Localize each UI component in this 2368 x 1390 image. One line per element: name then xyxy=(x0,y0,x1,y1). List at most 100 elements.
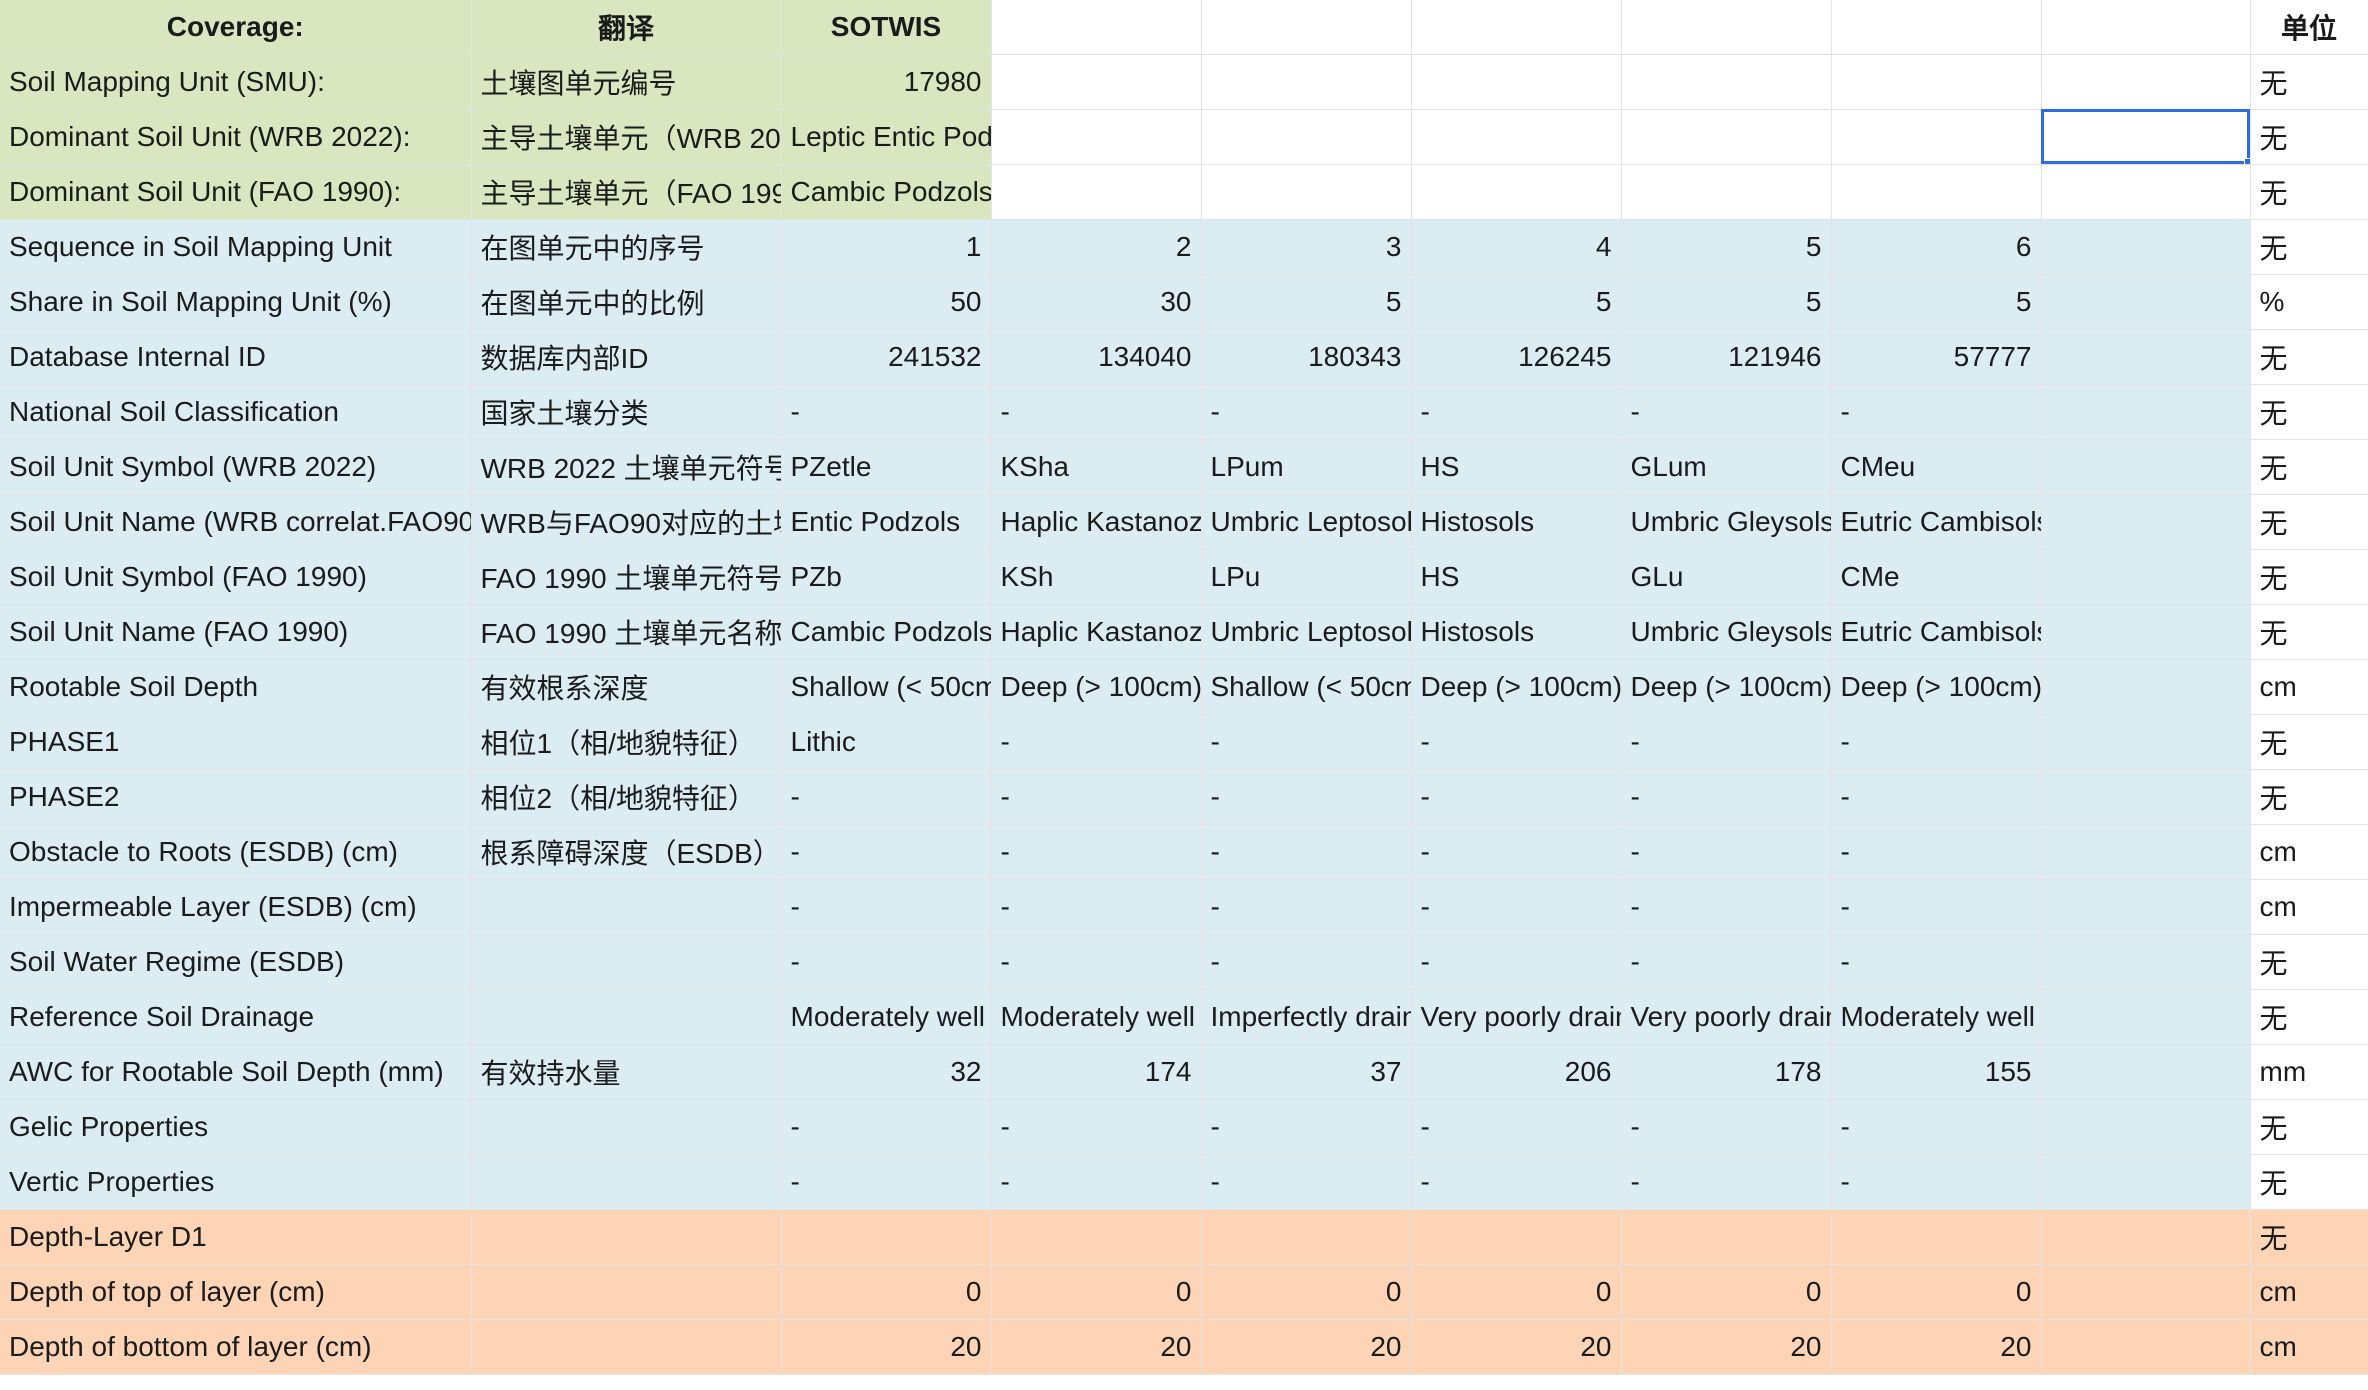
value-cell-4[interactable]: HS xyxy=(1411,439,1622,495)
empty-cell[interactable] xyxy=(2041,824,2251,880)
unit-cell[interactable]: 无 xyxy=(2250,219,2368,275)
coverage-header-cell[interactable]: Coverage: xyxy=(0,0,472,55)
unit-cell[interactable]: 无 xyxy=(2250,604,2368,660)
value-cell-5[interactable]: - xyxy=(1621,824,1832,880)
value-cell-2[interactable] xyxy=(991,164,1202,220)
value-cell-4[interactable]: - xyxy=(1411,1099,1622,1155)
value-cell-2[interactable] xyxy=(991,54,1202,110)
value-cell-3[interactable]: - xyxy=(1201,769,1412,825)
row-translation-cell[interactable]: 有效根系深度 xyxy=(471,659,782,715)
row-translation-cell[interactable]: 主导土壤单元（WRB 2022） xyxy=(471,109,782,165)
value-cell-5[interactable]: 20 xyxy=(1621,1319,1832,1375)
value-cell-3[interactable]: Imperfectly drained xyxy=(1201,989,1412,1045)
empty-cell[interactable] xyxy=(2041,934,2251,990)
empty-cell[interactable] xyxy=(2041,1209,2251,1265)
value-cell-6[interactable]: 20 xyxy=(1831,1319,2042,1375)
row-translation-cell[interactable] xyxy=(471,934,782,990)
value-cell-5[interactable] xyxy=(1621,109,1832,165)
value-cell-2[interactable]: - xyxy=(991,824,1202,880)
empty-cell[interactable] xyxy=(2041,164,2251,220)
value-cell-5[interactable]: - xyxy=(1621,934,1832,990)
value-cell-5[interactable] xyxy=(1621,164,1832,220)
value-cell-6[interactable]: - xyxy=(1831,384,2042,440)
value-cell-3[interactable]: - xyxy=(1201,1099,1412,1155)
value-cell-2[interactable]: - xyxy=(991,384,1202,440)
value-cell-5[interactable]: Umbric Gleysols xyxy=(1621,604,1832,660)
value-cell-1[interactable]: Cambic Podzols xyxy=(781,604,992,660)
value-cell-6[interactable]: 0 xyxy=(1831,1264,2042,1320)
value-cell-6[interactable]: Eutric Cambisols xyxy=(1831,494,2042,550)
empty-cell[interactable] xyxy=(2041,274,2251,330)
value-cell-4[interactable]: HS xyxy=(1411,549,1622,605)
unit-header-cell[interactable]: 单位 xyxy=(2250,0,2368,55)
value-cell-6[interactable]: - xyxy=(1831,824,2042,880)
value-cell-6[interactable]: Deep (> 100cm) xyxy=(1831,659,2042,715)
unit-cell[interactable]: cm xyxy=(2250,1319,2368,1375)
value-cell-6[interactable]: Eutric Cambisols xyxy=(1831,604,2042,660)
value-cell-5[interactable]: - xyxy=(1621,1099,1832,1155)
unit-cell[interactable]: 无 xyxy=(2250,54,2368,110)
row-translation-cell[interactable]: 在图单元中的比例 xyxy=(471,274,782,330)
row-translation-cell[interactable] xyxy=(471,1154,782,1210)
selected-cell[interactable] xyxy=(2041,109,2251,165)
value-cell-2[interactable] xyxy=(991,109,1202,165)
row-translation-cell[interactable]: 根系障碍深度（ESDB） xyxy=(471,824,782,880)
value-cell-3[interactable]: 5 xyxy=(1201,274,1412,330)
empty-cell[interactable] xyxy=(2041,0,2251,55)
row-translation-cell[interactable]: WRB 2022 土壤单元符号 xyxy=(471,439,782,495)
value-cell-3[interactable]: - xyxy=(1201,714,1412,770)
row-label-cell[interactable]: Depth-Layer D1 xyxy=(0,1209,472,1265)
value-cell-2[interactable]: 2 xyxy=(991,219,1202,275)
value-cell-4[interactable] xyxy=(1411,1209,1622,1265)
row-label-cell[interactable]: Depth of top of layer (cm) xyxy=(0,1264,472,1320)
row-label-cell[interactable]: Dominant Soil Unit (WRB 2022): xyxy=(0,109,472,165)
value-cell-6[interactable]: 155 xyxy=(1831,1044,2042,1100)
value-cell-3[interactable]: LPu xyxy=(1201,549,1412,605)
value-cell-6[interactable]: 5 xyxy=(1831,274,2042,330)
row-label-cell[interactable]: AWC for Rootable Soil Depth (mm) xyxy=(0,1044,472,1100)
value-cell-3[interactable]: 180343 xyxy=(1201,329,1412,385)
value-cell-4[interactable]: - xyxy=(1411,769,1622,825)
value-cell-2[interactable]: 174 xyxy=(991,1044,1202,1100)
value-cell-3[interactable]: - xyxy=(1201,934,1412,990)
value-cell-4[interactable]: Histosols xyxy=(1411,494,1622,550)
empty-cell[interactable] xyxy=(2041,879,2251,935)
row-label-cell[interactable]: Reference Soil Drainage xyxy=(0,989,472,1045)
empty-cell[interactable] xyxy=(2041,1154,2251,1210)
row-translation-cell[interactable]: WRB与FAO90对应的土壤单元名称 xyxy=(471,494,782,550)
row-translation-cell[interactable]: 国家土壤分类 xyxy=(471,384,782,440)
value-cell-3[interactable]: - xyxy=(1201,879,1412,935)
value-cell-1[interactable] xyxy=(781,1209,992,1265)
row-translation-cell[interactable]: 相位2（相/地貌特征） xyxy=(471,769,782,825)
row-translation-cell[interactable]: 在图单元中的序号 xyxy=(471,219,782,275)
unit-cell[interactable]: mm xyxy=(2250,1044,2368,1100)
row-translation-cell[interactable] xyxy=(471,1099,782,1155)
unit-cell[interactable]: 无 xyxy=(2250,439,2368,495)
value-cell-5[interactable]: 178 xyxy=(1621,1044,1832,1100)
value-cell-2[interactable]: Haplic Kastanozems xyxy=(991,494,1202,550)
value-cell-1[interactable]: - xyxy=(781,1099,992,1155)
value-cell-6[interactable]: 57777 xyxy=(1831,329,2042,385)
row-label-cell[interactable]: National Soil Classification xyxy=(0,384,472,440)
value-cell-3[interactable] xyxy=(1201,164,1412,220)
value-cell-5[interactable]: 121946 xyxy=(1621,329,1832,385)
row-translation-cell[interactable] xyxy=(471,879,782,935)
row-translation-cell[interactable]: FAO 1990 土壤单元符号 xyxy=(471,549,782,605)
value-cell-6[interactable]: Moderately well drained xyxy=(1831,989,2042,1045)
value-cell-2[interactable]: Haplic Kastanozems xyxy=(991,604,1202,660)
row-label-cell[interactable]: Share in Soil Mapping Unit (%) xyxy=(0,274,472,330)
value-cell-1[interactable]: - xyxy=(781,824,992,880)
value-cell-1[interactable]: Entic Podzols xyxy=(781,494,992,550)
unit-cell[interactable]: 无 xyxy=(2250,1099,2368,1155)
value-cell-4[interactable]: - xyxy=(1411,879,1622,935)
unit-cell[interactable]: 无 xyxy=(2250,384,2368,440)
row-label-cell[interactable]: PHASE1 xyxy=(0,714,472,770)
row-label-cell[interactable]: Gelic Properties xyxy=(0,1099,472,1155)
value-cell-1[interactable]: 20 xyxy=(781,1319,992,1375)
value-cell-6[interactable]: - xyxy=(1831,714,2042,770)
value-cell-4[interactable]: 0 xyxy=(1411,1264,1622,1320)
value-cell-1[interactable]: Lithic xyxy=(781,714,992,770)
value-cell-5[interactable]: - xyxy=(1621,384,1832,440)
value-cell-3[interactable]: 20 xyxy=(1201,1319,1412,1375)
value-cell-1[interactable]: PZetle xyxy=(781,439,992,495)
